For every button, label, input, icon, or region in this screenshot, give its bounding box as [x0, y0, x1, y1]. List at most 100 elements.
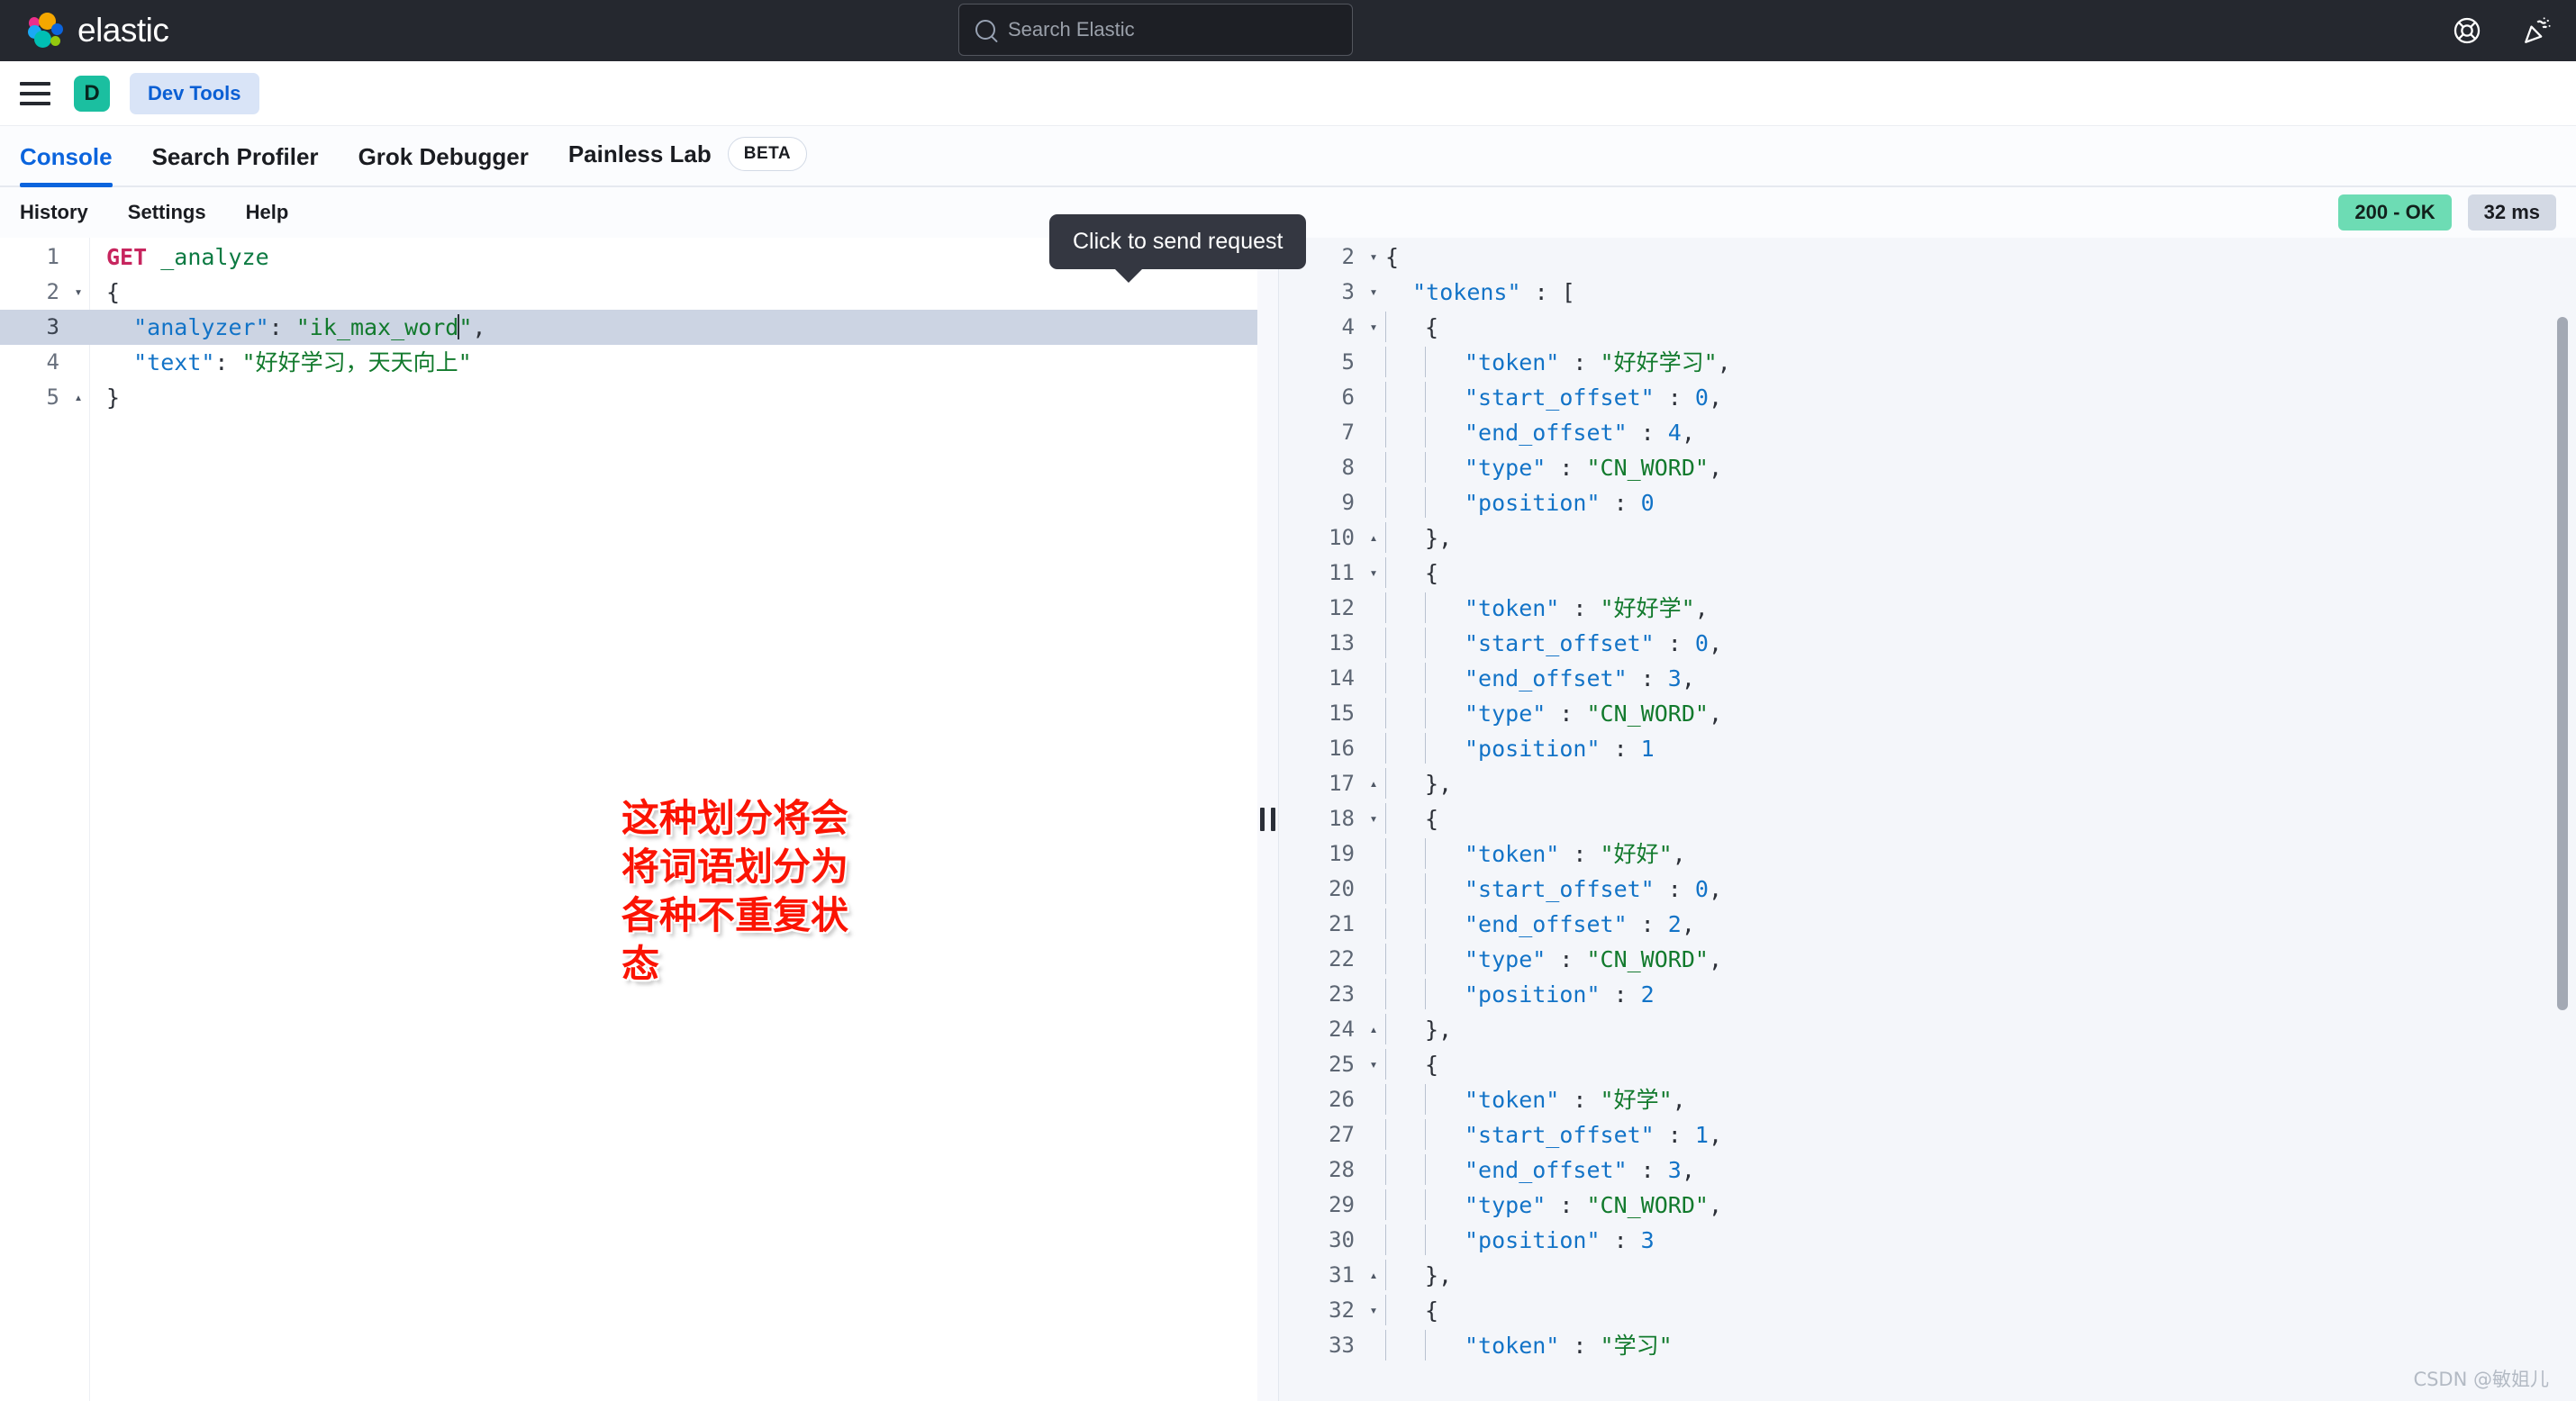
code-line[interactable]: 14 "end_offset" : 3,: [1279, 661, 2576, 696]
fold-toggle-icon[interactable]: ▾: [1362, 801, 1385, 836]
code-line[interactable]: 16 "position" : 1: [1279, 731, 2576, 766]
fold-toggle-icon[interactable]: ▾: [1362, 1047, 1385, 1082]
indent-guide: [1385, 1225, 1386, 1255]
fold-toggle-icon[interactable]: ▴: [1362, 766, 1385, 801]
fold-toggle-icon[interactable]: ▾: [1362, 275, 1385, 310]
fold-toggle-icon[interactable]: ▴: [1362, 520, 1385, 556]
indent-guide: [1385, 1260, 1386, 1290]
code-line[interactable]: 32 ▾ {: [1279, 1293, 2576, 1328]
code-line[interactable]: 22 "type" : "CN_WORD",: [1279, 942, 2576, 977]
code-line[interactable]: 4 "text": "好好学习，天天向上": [0, 345, 1257, 380]
code-line[interactable]: 7 "end_offset" : 4,: [1279, 415, 2576, 450]
code-text: "analyzer": "ik_max_word",: [90, 310, 1257, 345]
brand-logo[interactable]: elastic: [27, 12, 169, 50]
code-line[interactable]: 20 "start_offset" : 0,: [1279, 872, 2576, 907]
line-number: 25: [1329, 1052, 1355, 1077]
code-line[interactable]: 9 "position" : 0: [1279, 485, 2576, 520]
fold-toggle-icon[interactable]: ▴: [1362, 1258, 1385, 1293]
fold-toggle-icon[interactable]: ▾: [67, 275, 90, 310]
code-token: "start_offset": [1465, 1122, 1655, 1148]
code-line[interactable]: 18 ▾ {: [1279, 801, 2576, 836]
line-number: 2: [46, 279, 59, 304]
hamburger-menu-icon[interactable]: [20, 81, 50, 105]
line-number: 1: [46, 244, 59, 269]
red-annotation-text: 这种划分将会将词语划分为各种不重复状态: [621, 796, 849, 986]
code-token: ,: [1681, 911, 1695, 937]
indent-guide: [1385, 1295, 1386, 1325]
space-avatar[interactable]: D: [74, 75, 110, 112]
code-line[interactable]: 3 ▾ "tokens" : [: [1279, 275, 2576, 310]
indent-guide: [1425, 592, 1426, 623]
indent-guide: [1425, 1189, 1426, 1220]
code-token: "CN_WORD": [1586, 946, 1709, 972]
code-line[interactable]: 3 "analyzer": "ik_max_word",: [0, 310, 1257, 345]
code-line[interactable]: 28 "end_offset" : 3,: [1279, 1152, 2576, 1188]
fold-toggle-icon[interactable]: ▾: [1362, 1293, 1385, 1328]
code-text: "position" : 2: [1385, 977, 2576, 1012]
tab-console[interactable]: Console: [20, 143, 113, 187]
code-line[interactable]: 10 ▴},: [1279, 520, 2576, 556]
indent-guide: [1385, 944, 1386, 974]
code-text: {: [1385, 310, 2576, 345]
code-text: "type" : "CN_WORD",: [1385, 696, 2576, 731]
code-line[interactable]: 6 "start_offset" : 0,: [1279, 380, 2576, 415]
fold-toggle-icon[interactable]: ▾: [1362, 240, 1385, 275]
request-editor-pane[interactable]: 1 GET _analyze 2 ▾ {3 "analyzer": "ik_max_wo…: [0, 238, 1257, 1401]
code-line[interactable]: 2 ▾{: [1279, 240, 2576, 275]
code-token: :: [1654, 876, 1695, 902]
code-line[interactable]: 27 "start_offset" : 1,: [1279, 1117, 2576, 1152]
code-line[interactable]: 33 "token" : "学习": [1279, 1328, 2576, 1363]
indent-guide: [1385, 1154, 1386, 1185]
code-line[interactable]: 8 "type" : "CN_WORD",: [1279, 450, 2576, 485]
fold-toggle-icon[interactable]: ▾: [1362, 310, 1385, 345]
code-line[interactable]: 13 "start_offset" : 0,: [1279, 626, 2576, 661]
breadcrumb-dev-tools[interactable]: Dev Tools: [130, 72, 259, 114]
line-number: 29: [1329, 1192, 1355, 1217]
indent-guide: [1385, 803, 1386, 834]
code-line[interactable]: 26 "token" : "好学",: [1279, 1082, 2576, 1117]
code-line[interactable]: 15 "type" : "CN_WORD",: [1279, 696, 2576, 731]
tab-grok-debugger[interactable]: Grok Debugger: [358, 143, 529, 185]
fold-toggle-icon[interactable]: ▾: [1362, 556, 1385, 591]
code-line[interactable]: 5 "token" : "好好学习",: [1279, 345, 2576, 380]
indent-guide: [1425, 628, 1426, 658]
code-line[interactable]: 29 "type" : "CN_WORD",: [1279, 1188, 2576, 1223]
indent-guide: [1385, 1330, 1386, 1360]
code-token: "end_offset": [1465, 911, 1628, 937]
code-token: "好好学": [1600, 595, 1695, 621]
pane-resize-handle[interactable]: [1257, 238, 1279, 1401]
code-line[interactable]: 23 "position" : 2: [1279, 977, 2576, 1012]
code-line[interactable]: 21 "end_offset" : 2,: [1279, 907, 2576, 942]
settings-button[interactable]: Settings: [128, 201, 206, 224]
code-line[interactable]: 31 ▴},: [1279, 1258, 2576, 1293]
code-line[interactable]: 17 ▴},: [1279, 766, 2576, 801]
response-pane[interactable]: 2 ▾{3 ▾ "tokens" : [4 ▾{5 "token" : "好好学习", 6…: [1279, 238, 2576, 1401]
party-popper-news-icon[interactable]: [2522, 15, 2553, 46]
help-button[interactable]: Help: [246, 201, 289, 224]
code-token: :: [1546, 455, 1587, 481]
code-line[interactable]: 25 ▾ {: [1279, 1047, 2576, 1082]
code-token: "token": [1465, 1087, 1560, 1113]
indent-guide: [1385, 417, 1386, 447]
fold-toggle-icon[interactable]: ▴: [67, 380, 90, 415]
vertical-scrollbar-thumb[interactable]: [2557, 317, 2568, 1010]
code-token: :: [1559, 349, 1601, 375]
tab-painless-lab[interactable]: Painless Lab BETA: [568, 137, 808, 185]
response-code[interactable]: 2 ▾{3 ▾ "tokens" : [4 ▾{5 "token" : "好好学习", 6…: [1279, 238, 2576, 1401]
history-button[interactable]: History: [20, 201, 88, 224]
fold-toggle-icon[interactable]: ▴: [1362, 1012, 1385, 1047]
code-line[interactable]: 19 "token" : "好好",: [1279, 836, 2576, 872]
tab-search-profiler[interactable]: Search Profiler: [152, 143, 319, 185]
code-line[interactable]: 4 ▾ {: [1279, 310, 2576, 345]
global-search-input[interactable]: Search Elastic: [958, 4, 1353, 56]
code-line[interactable]: 24 ▴},: [1279, 1012, 2576, 1047]
code-line[interactable]: 30 "position" : 3: [1279, 1223, 2576, 1258]
code-line[interactable]: 5 ▴}: [0, 380, 1257, 415]
lifebuoy-help-icon[interactable]: [2452, 15, 2482, 46]
indent-guide: [1385, 452, 1386, 483]
code-line[interactable]: 11 ▾ {: [1279, 556, 2576, 591]
code-line[interactable]: 2 ▾{: [0, 275, 1257, 310]
code-token: :: [1627, 911, 1668, 937]
line-number: 23: [1329, 981, 1355, 1007]
code-line[interactable]: 12 "token" : "好好学",: [1279, 591, 2576, 626]
